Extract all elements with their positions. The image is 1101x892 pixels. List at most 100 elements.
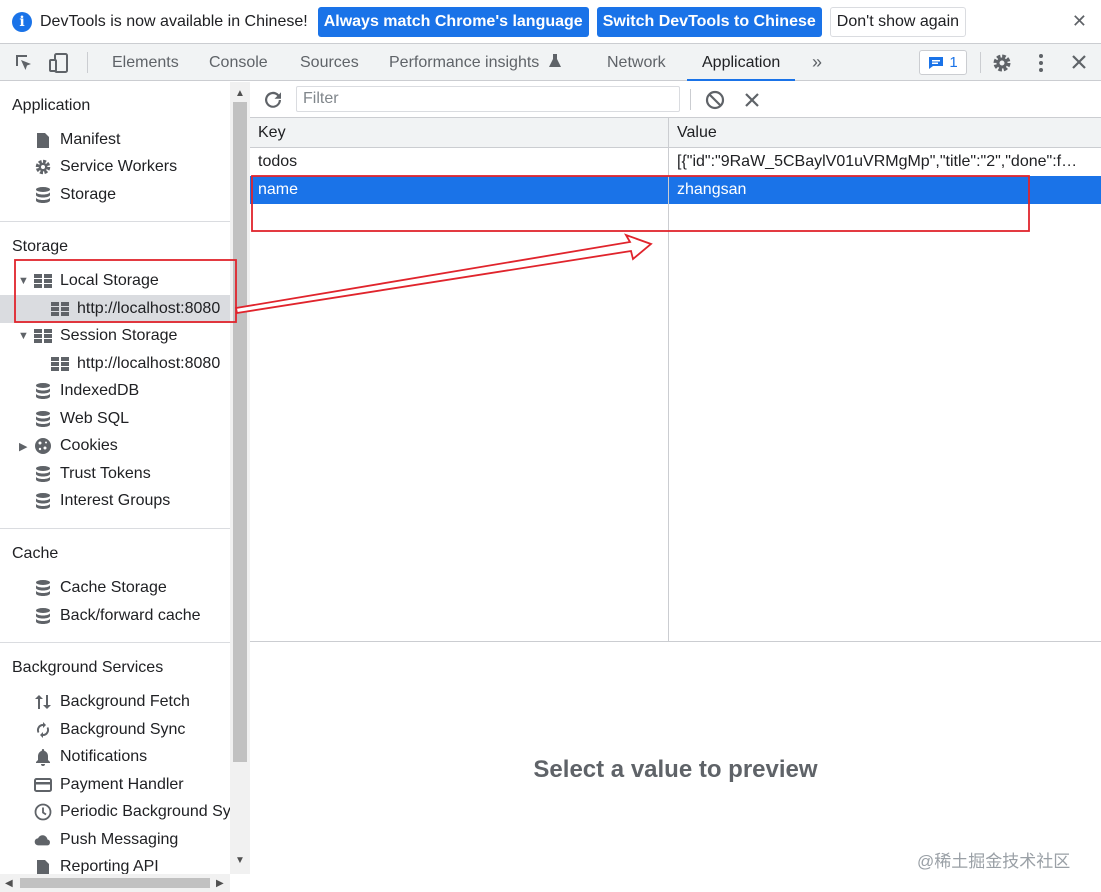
sidebar-item-label: Storage xyxy=(60,186,117,203)
section-header-background-services: Background Services xyxy=(12,659,164,676)
section-header-cache: Cache xyxy=(12,545,59,562)
table-icon xyxy=(34,327,52,345)
collapse-triangle-icon[interactable]: ▶ xyxy=(19,440,27,453)
bell-icon xyxy=(34,748,52,766)
preview-empty-message: Select a value to preview xyxy=(533,756,818,783)
database-icon xyxy=(34,410,52,428)
sidebar-item-service-workers[interactable]: Service Workers xyxy=(34,155,177,179)
up-down-arrows-icon xyxy=(34,693,52,711)
refresh-icon[interactable] xyxy=(262,89,284,116)
table-row-selected[interactable]: name zhangsan xyxy=(250,176,1101,204)
database-icon xyxy=(34,579,52,597)
sidebar-item-interest-groups[interactable]: Interest Groups xyxy=(34,489,170,513)
sidebar-horizontal-scroll-thumb[interactable] xyxy=(20,878,210,888)
inspect-element-icon[interactable] xyxy=(13,52,35,79)
tab-network[interactable]: Network xyxy=(607,44,666,81)
database-icon xyxy=(34,465,52,483)
gear-icon[interactable] xyxy=(991,52,1013,79)
close-icon[interactable]: ✕ xyxy=(1072,11,1087,32)
sidebar-item-local-storage-origin[interactable]: http://localhost:8080 xyxy=(51,297,220,321)
sidebar-item-periodic-background-sync[interactable]: Periodic Background Sy xyxy=(34,800,231,824)
sidebar-item-storage[interactable]: Storage xyxy=(34,183,116,207)
sidebar-item-label: Interest Groups xyxy=(60,492,171,509)
toolbar-divider xyxy=(980,52,981,73)
clear-all-icon[interactable] xyxy=(704,89,726,116)
sidebar-item-session-storage[interactable]: Session Storage xyxy=(34,324,177,348)
sidebar-item-session-storage-origin[interactable]: http://localhost:8080 xyxy=(51,352,220,376)
tab-console[interactable]: Console xyxy=(209,44,268,81)
storage-data-grid: Key Value todos [{"id":"9RaW_5CBaylV01uV… xyxy=(250,118,1101,642)
sidebar-item-manifest[interactable]: Manifest xyxy=(34,128,120,152)
section-divider xyxy=(0,642,230,643)
always-match-language-button[interactable]: Always match Chrome's language xyxy=(317,6,589,37)
sidebar-item-label: Cookies xyxy=(60,437,118,454)
language-infobar: i DevTools is now available in Chinese! … xyxy=(0,0,1101,44)
section-header-application: Application xyxy=(12,97,91,114)
kebab-menu-icon[interactable] xyxy=(1031,52,1051,79)
table-icon xyxy=(34,272,52,290)
message-icon xyxy=(929,56,944,69)
sidebar-item-label: Web SQL xyxy=(60,410,130,427)
sidebar-item-payment-handler[interactable]: Payment Handler xyxy=(34,773,184,797)
sidebar-item-label: Back/forward cache xyxy=(60,607,201,624)
table-icon xyxy=(51,355,69,373)
sidebar-item-background-sync[interactable]: Background Sync xyxy=(34,718,185,742)
row-value-cell: zhangsan xyxy=(677,181,747,198)
close-devtools-icon[interactable] xyxy=(1069,51,1089,78)
scroll-up-arrow-icon[interactable]: ▲ xyxy=(235,88,245,99)
sidebar-item-label: Background Sync xyxy=(60,721,186,738)
scroll-right-arrow-icon[interactable]: ▶ xyxy=(216,878,224,889)
more-tabs-icon[interactable]: » xyxy=(812,44,822,81)
database-icon xyxy=(34,382,52,400)
expand-triangle-icon[interactable]: ▼ xyxy=(18,330,29,342)
tab-sources[interactable]: Sources xyxy=(300,44,359,81)
sidebar-item-web-sql[interactable]: Web SQL xyxy=(34,407,129,431)
tab-elements[interactable]: Elements xyxy=(112,44,179,81)
sidebar-item-push-messaging[interactable]: Push Messaging xyxy=(34,828,178,852)
delete-selected-icon[interactable] xyxy=(742,89,762,116)
database-icon xyxy=(34,607,52,625)
sidebar-item-label: Service Workers xyxy=(60,158,178,175)
scroll-left-arrow-icon[interactable]: ◀ xyxy=(5,878,13,889)
expand-triangle-icon[interactable]: ▼ xyxy=(18,275,29,287)
issues-badge[interactable]: 1 xyxy=(919,50,967,75)
sidebar-item-cache-storage[interactable]: Cache Storage xyxy=(34,576,167,600)
database-icon xyxy=(34,492,52,510)
sidebar-item-indexeddb[interactable]: IndexedDB xyxy=(34,379,139,403)
sidebar-item-background-fetch[interactable]: Background Fetch xyxy=(34,690,190,714)
switch-to-chinese-button[interactable]: Switch DevTools to Chinese xyxy=(596,6,822,37)
database-icon xyxy=(34,186,52,204)
tab-performance-insights[interactable]: Performance insights xyxy=(389,44,539,81)
devtools-tabbar: Elements Console Sources Performance ins… xyxy=(0,44,1101,81)
scroll-down-arrow-icon[interactable]: ▼ xyxy=(235,855,245,866)
document-icon xyxy=(34,131,52,149)
storage-toolbar xyxy=(250,82,1101,118)
column-header-value[interactable]: Value xyxy=(669,118,1101,148)
sidebar-item-label: Notifications xyxy=(60,748,148,765)
filter-input[interactable] xyxy=(296,86,680,112)
sidebar-item-back-forward-cache[interactable]: Back/forward cache xyxy=(34,604,201,628)
row-value-cell: [{"id":"9RaW_5CBaylV01uVRMgMp","title":"… xyxy=(677,153,1078,170)
sidebar-item-notifications[interactable]: Notifications xyxy=(34,745,147,769)
section-divider xyxy=(0,221,230,222)
sidebar-item-cookies[interactable]: Cookies xyxy=(34,434,118,458)
section-divider xyxy=(0,528,230,529)
cookie-icon xyxy=(34,437,52,455)
row-key-cell: name xyxy=(258,181,299,198)
sync-icon xyxy=(34,721,52,739)
dont-show-again-button[interactable]: Don't show again xyxy=(829,6,967,37)
sidebar-item-label: Local Storage xyxy=(60,272,159,289)
sidebar-item-label: Background Fetch xyxy=(60,693,190,710)
sidebar-vertical-scroll-thumb[interactable] xyxy=(233,102,247,762)
sidebar-item-trust-tokens[interactable]: Trust Tokens xyxy=(34,462,151,486)
table-row[interactable]: todos [{"id":"9RaW_5CBaylV01uVRMgMp","ti… xyxy=(250,148,1101,176)
sidebar-item-local-storage[interactable]: Local Storage xyxy=(34,269,159,293)
toolbar-divider xyxy=(87,52,88,73)
info-icon: i xyxy=(12,11,32,32)
column-header-key[interactable]: Key xyxy=(250,118,668,148)
tab-application[interactable]: Application xyxy=(687,44,796,81)
device-toolbar-icon[interactable] xyxy=(48,52,70,79)
sidebar-item-label: http://localhost:8080 xyxy=(77,300,221,317)
table-icon xyxy=(51,300,69,318)
row-key-cell: todos xyxy=(258,153,298,170)
